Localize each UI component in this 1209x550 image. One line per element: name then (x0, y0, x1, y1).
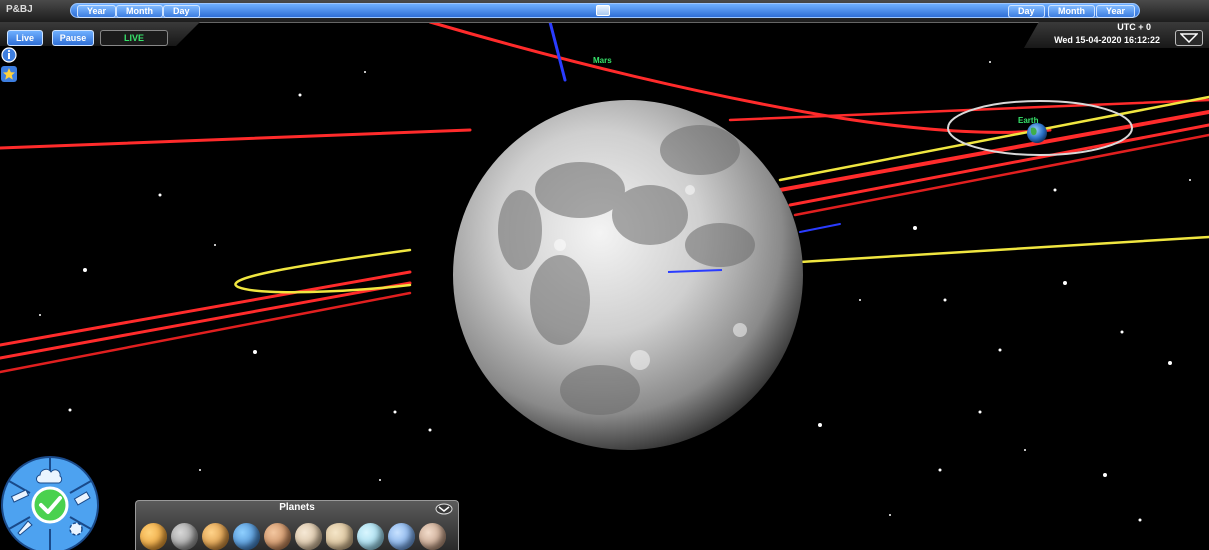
gear-icon[interactable] (69, 522, 83, 536)
triangle-down-icon (1180, 33, 1198, 43)
space-scene[interactable]: Earth Mars (0, 0, 1209, 550)
timeline-month-back[interactable]: Month (116, 5, 163, 18)
earth-planet[interactable] (1027, 123, 1047, 143)
info-icon[interactable] (1, 47, 17, 63)
timeline-day-back[interactable]: Day (163, 5, 200, 18)
timeline-month-forward[interactable]: Month (1048, 5, 1095, 18)
planet-venus-icon[interactable] (202, 523, 229, 550)
live-button[interactable]: Live (7, 30, 43, 46)
planet-uranus-icon[interactable] (357, 523, 384, 550)
datetime-label: Wed 15-04-2020 16:12:22 (1054, 35, 1160, 45)
timeline-knob[interactable] (596, 5, 610, 16)
planet-mercury-icon[interactable] (171, 523, 198, 550)
live-indicator: LIVE (100, 30, 168, 46)
planets-panel-title: Planets (279, 502, 315, 513)
app-label: P&BJ (6, 4, 33, 15)
planet-earth-icon[interactable] (233, 523, 260, 550)
timeline-year-forward[interactable]: Year (1096, 5, 1136, 18)
planet-mars-icon[interactable] (264, 523, 291, 550)
top-toolbar: P&BJ Year Month Day Day Month Year (0, 0, 1209, 23)
planets-panel: Planets (135, 500, 459, 550)
planet-saturn-icon[interactable] (326, 523, 353, 550)
planet-jupiter-icon[interactable] (295, 523, 322, 550)
star-icon[interactable] (1, 66, 17, 82)
planet-pluto-icon[interactable] (419, 523, 446, 550)
mars-label: Mars (593, 56, 612, 65)
timeline-day-forward[interactable]: Day (1008, 5, 1045, 18)
earth-label: Earth (1018, 116, 1039, 125)
pause-button[interactable]: Pause (52, 30, 94, 46)
radial-tool-menu[interactable] (0, 455, 104, 550)
timezone-label: UTC + 0 (1117, 22, 1151, 32)
planet-neptune-icon[interactable] (388, 523, 415, 550)
moon[interactable] (453, 100, 803, 450)
check-icon[interactable] (31, 486, 69, 524)
timeline-slider[interactable]: Year Month Day Day Month Year (70, 3, 1140, 18)
main-menu-button[interactable] (1175, 30, 1203, 46)
chevron-down-icon[interactable] (435, 503, 453, 515)
timeline-year-back[interactable]: Year (77, 5, 117, 18)
planet-sun-icon[interactable] (140, 523, 167, 550)
